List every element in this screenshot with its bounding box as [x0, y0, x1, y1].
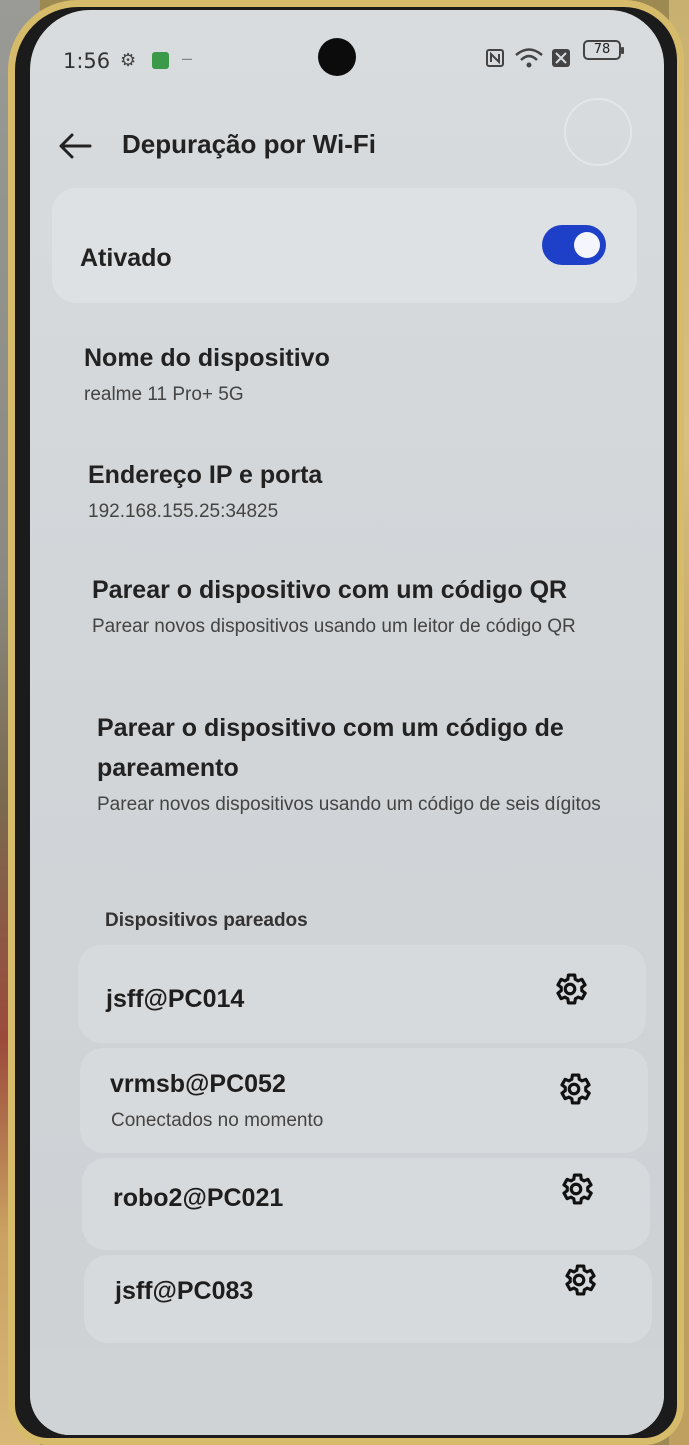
- setting-ip-port[interactable]: Endereço IP e porta 192.168.155.25:34825: [88, 455, 628, 529]
- setting-title: Endereço IP e porta: [88, 461, 323, 489]
- gear-icon[interactable]: [560, 1261, 598, 1299]
- setting-title: Parear o dispositivo com um código QR: [92, 576, 568, 604]
- paired-device-item[interactable]: robo2@PC021: [82, 1158, 650, 1250]
- setting-pair-qr[interactable]: Parear o dispositivo com um código QR Pa…: [92, 570, 612, 644]
- nfc-icon: [486, 49, 504, 67]
- device-name: robo2@PC021: [113, 1184, 284, 1212]
- device-name: vrmsb@PC052: [110, 1070, 286, 1098]
- device-status: Conectados no momento: [111, 1110, 324, 1131]
- setting-pair-code[interactable]: Parear o dispositivo com um código de pa…: [97, 708, 607, 822]
- setting-title: Parear o dispositivo com um código de pa…: [97, 714, 564, 782]
- back-arrow-icon[interactable]: [58, 131, 92, 161]
- gear-icon[interactable]: [555, 1070, 593, 1108]
- gear-icon[interactable]: [557, 1170, 595, 1208]
- wifi-debugging-toggle-card[interactable]: Ativado: [52, 188, 637, 303]
- status-time: 1:56: [63, 49, 111, 73]
- no-sim-icon: [552, 49, 570, 67]
- setting-subtitle: realme 11 Pro+ 5G: [84, 384, 244, 405]
- switch-knob: [574, 232, 600, 258]
- overlay-circle-button: [564, 98, 632, 166]
- paired-device-item[interactable]: jsff@PC083: [84, 1255, 652, 1343]
- setting-subtitle: 192.168.155.25:34825: [88, 501, 279, 522]
- front-camera: [318, 38, 356, 76]
- app-notification-icon: [152, 52, 169, 69]
- vpn-icon: ⚙: [120, 50, 137, 70]
- setting-subtitle: Parear novos dispositivos usando um leit…: [92, 616, 576, 637]
- paired-devices-header: Dispositivos pareados: [105, 910, 308, 931]
- navigation-bar-area: [30, 1350, 664, 1435]
- page-title: Depuração por Wi-Fi: [122, 129, 377, 159]
- device-name: jsff@PC083: [115, 1277, 254, 1305]
- toggle-label: Ativado: [80, 244, 172, 272]
- setting-subtitle: Parear novos dispositivos usando um códi…: [97, 794, 601, 815]
- battery-indicator: 78: [583, 40, 624, 60]
- status-bar: 1:56 ⚙ – 78: [30, 10, 664, 90]
- wifi-icon: [515, 48, 543, 68]
- device-name: jsff@PC014: [106, 985, 245, 1013]
- phone-screen: 1:56 ⚙ – 78 Depuração por Wi-Fi Ativado: [30, 10, 664, 1435]
- wifi-debugging-switch[interactable]: [542, 225, 606, 265]
- notification-dash-icon: –: [182, 48, 193, 68]
- gear-icon[interactable]: [551, 970, 589, 1008]
- setting-device-name[interactable]: Nome do dispositivo realme 11 Pro+ 5G: [84, 338, 624, 412]
- paired-device-item[interactable]: vrmsb@PC052 Conectados no momento: [80, 1048, 648, 1153]
- paired-device-item[interactable]: jsff@PC014: [78, 945, 646, 1043]
- setting-title: Nome do dispositivo: [84, 344, 330, 372]
